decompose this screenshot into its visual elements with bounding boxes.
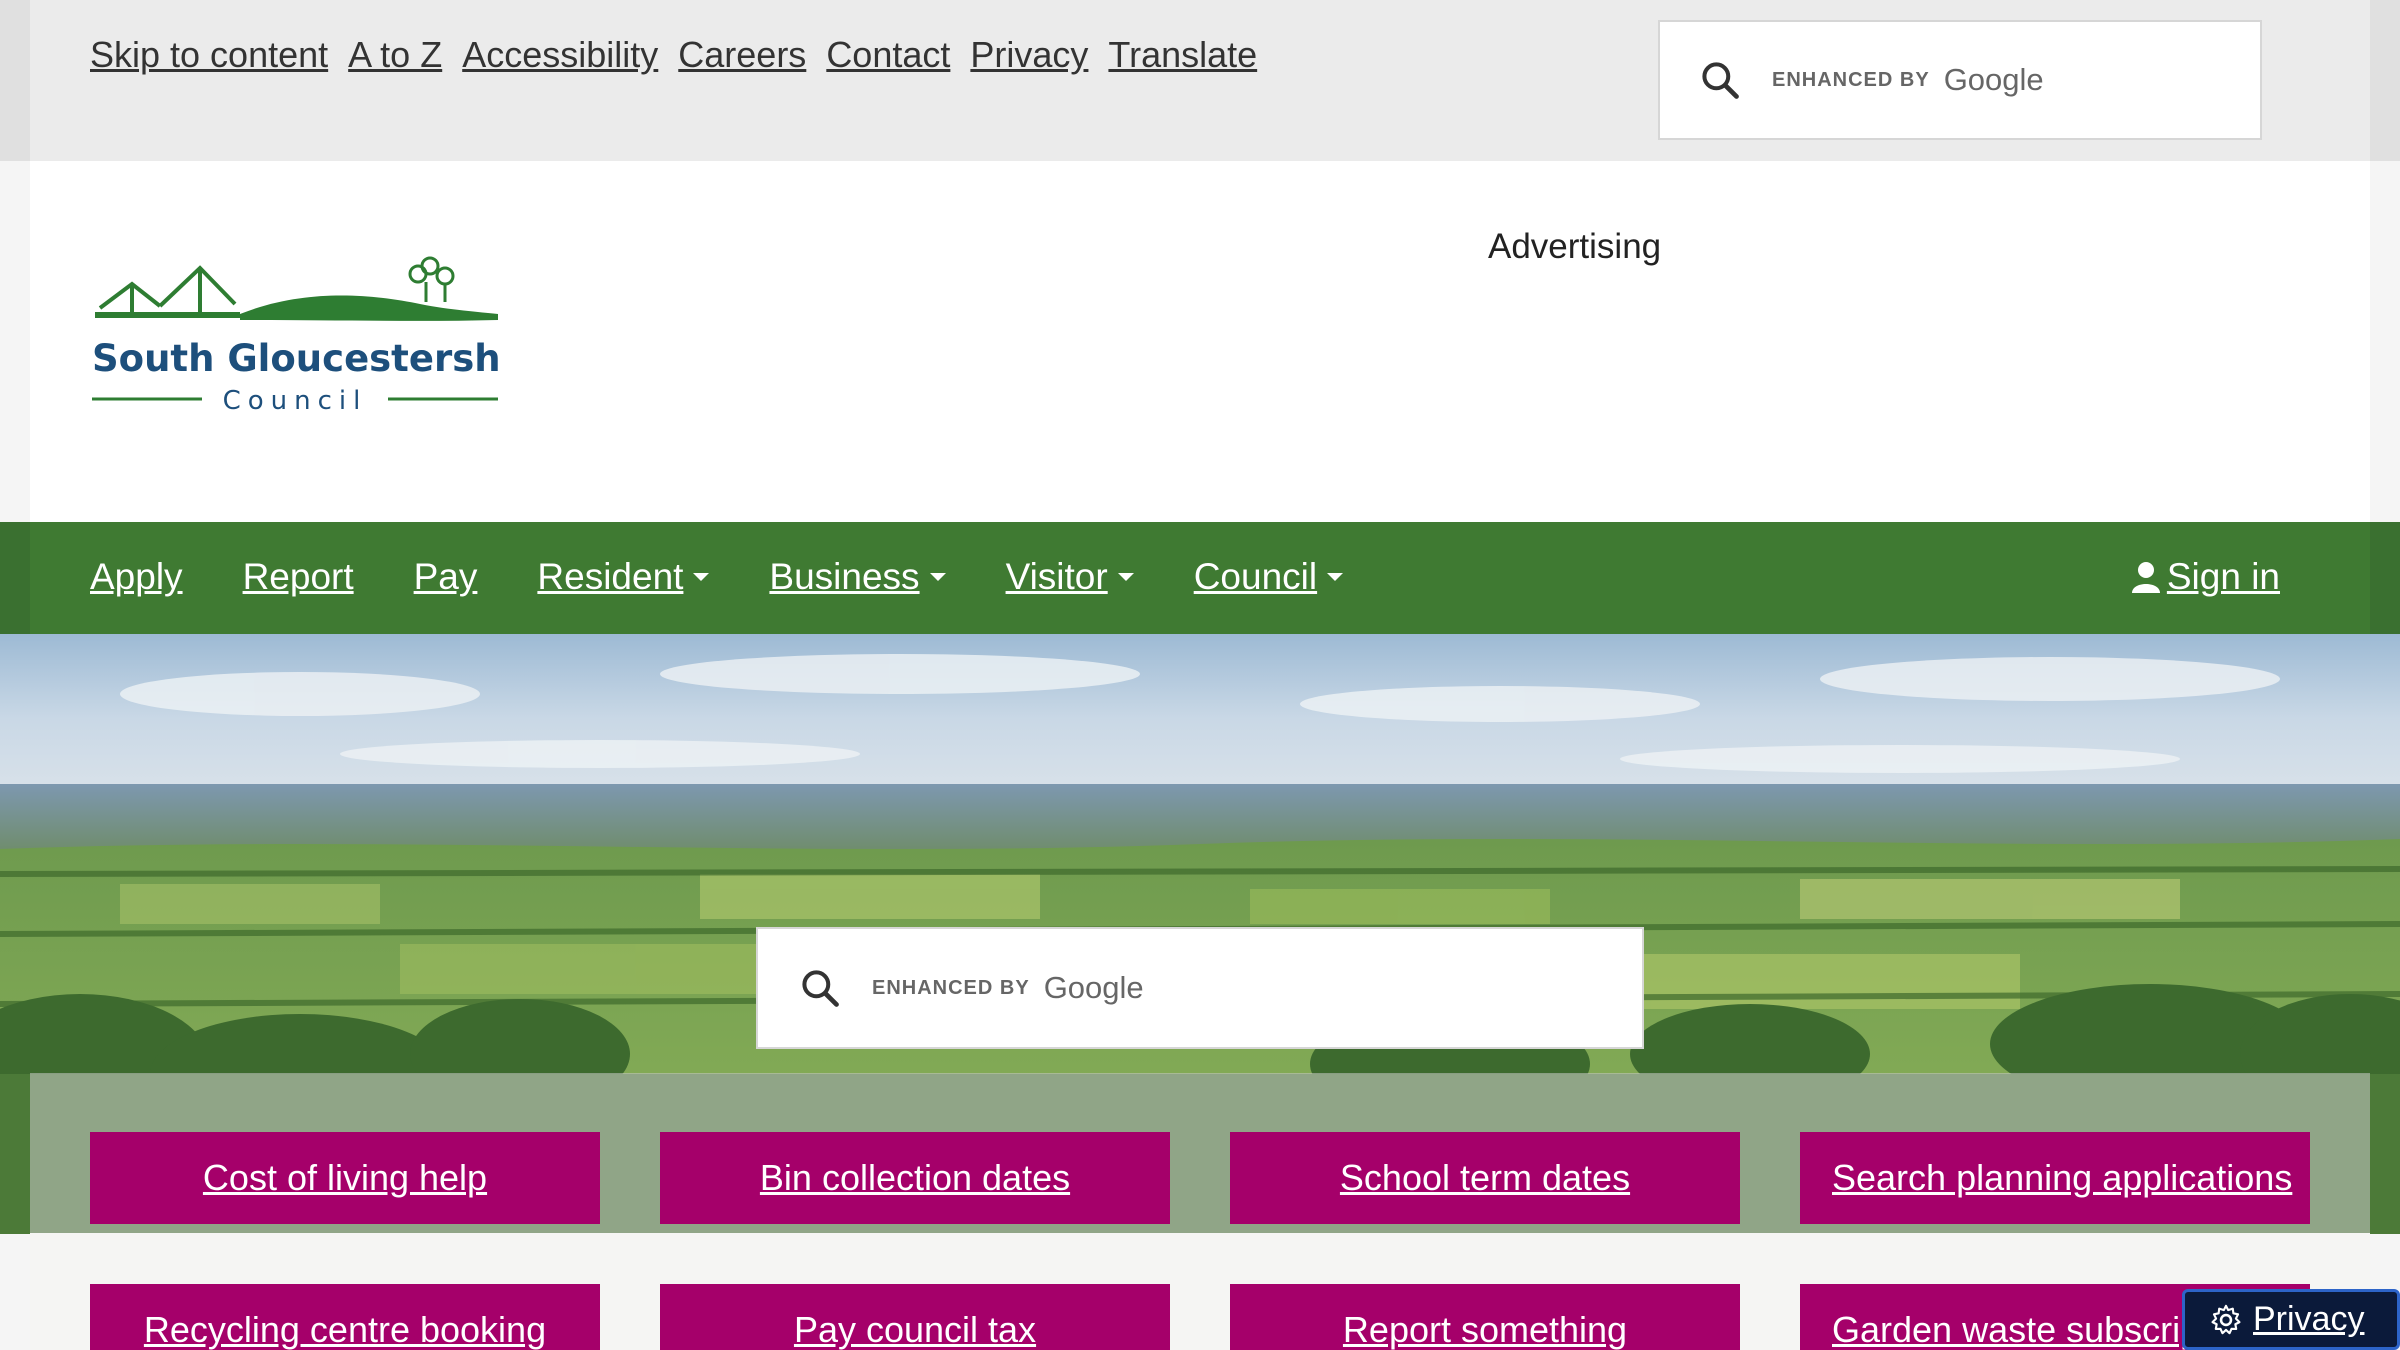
search-icon [802,970,839,1007]
a-to-z-link[interactable]: A to Z [348,34,442,76]
nav-business[interactable]: Business [769,556,946,598]
tile-report-something[interactable]: Report something [1230,1284,1740,1350]
google-wordmark: Google [1943,62,2044,97]
logo-name: South Gloucestershire [92,337,500,380]
nav-visitor[interactable]: Visitor [1006,556,1134,598]
nav-resident[interactable]: Resident [537,556,710,598]
gear-icon [2211,1304,2241,1334]
translate-link[interactable]: Translate [1108,34,1257,76]
site-header: South Gloucestershire Council Advertisin… [30,161,2370,522]
privacy-link[interactable]: Privacy [970,34,1088,76]
tile-recycling-booking[interactable]: Recycling centre booking [90,1284,600,1350]
sign-in-link[interactable]: Sign in [2131,556,2280,598]
accessibility-link[interactable]: Accessibility [462,34,658,76]
top-search-input[interactable]: ENHANCED BY Google [1658,20,2262,140]
tile-cost-of-living[interactable]: Cost of living help [90,1132,600,1224]
user-icon [2131,562,2160,593]
main-nav: Apply Report Pay Resident Business Visit… [0,522,2400,634]
tile-search-planning[interactable]: Search planning applications [1800,1132,2310,1224]
enhanced-by-label: ENHANCED BY [872,976,1030,999]
privacy-button-label: Privacy [2253,1300,2365,1338]
contact-link[interactable]: Contact [826,34,950,76]
logo-council: Council [223,386,368,416]
hero-search-input[interactable]: ENHANCED BY Google [756,927,1644,1049]
google-wordmark: Google [1043,970,1144,1005]
caret-down-icon [693,573,710,581]
nav-report[interactable]: Report [243,556,354,598]
careers-link[interactable]: Careers [678,34,806,76]
caret-down-icon [1327,573,1344,581]
caret-down-icon [1117,573,1134,581]
caret-down-icon [929,573,946,581]
council-logo[interactable]: South Gloucestershire Council [90,256,500,416]
tile-school-term-dates[interactable]: School term dates [1230,1132,1740,1224]
search-icon [1702,62,1739,99]
utility-bar: Skip to content A to Z Accessibility Car… [0,0,2400,161]
utility-links: Skip to content A to Z Accessibility Car… [90,34,1257,76]
tile-bin-collection[interactable]: Bin collection dates [660,1132,1170,1224]
enhanced-by-label: ENHANCED BY [1772,68,1930,91]
tile-pay-council-tax[interactable]: Pay council tax [660,1284,1170,1350]
privacy-settings-button[interactable]: Privacy [2182,1289,2400,1350]
skip-to-content-link[interactable]: Skip to content [90,34,328,76]
nav-pay[interactable]: Pay [414,556,478,598]
nav-apply[interactable]: Apply [90,556,183,598]
advertising-label: Advertising [1488,227,1662,266]
nav-council[interactable]: Council [1194,556,1344,598]
